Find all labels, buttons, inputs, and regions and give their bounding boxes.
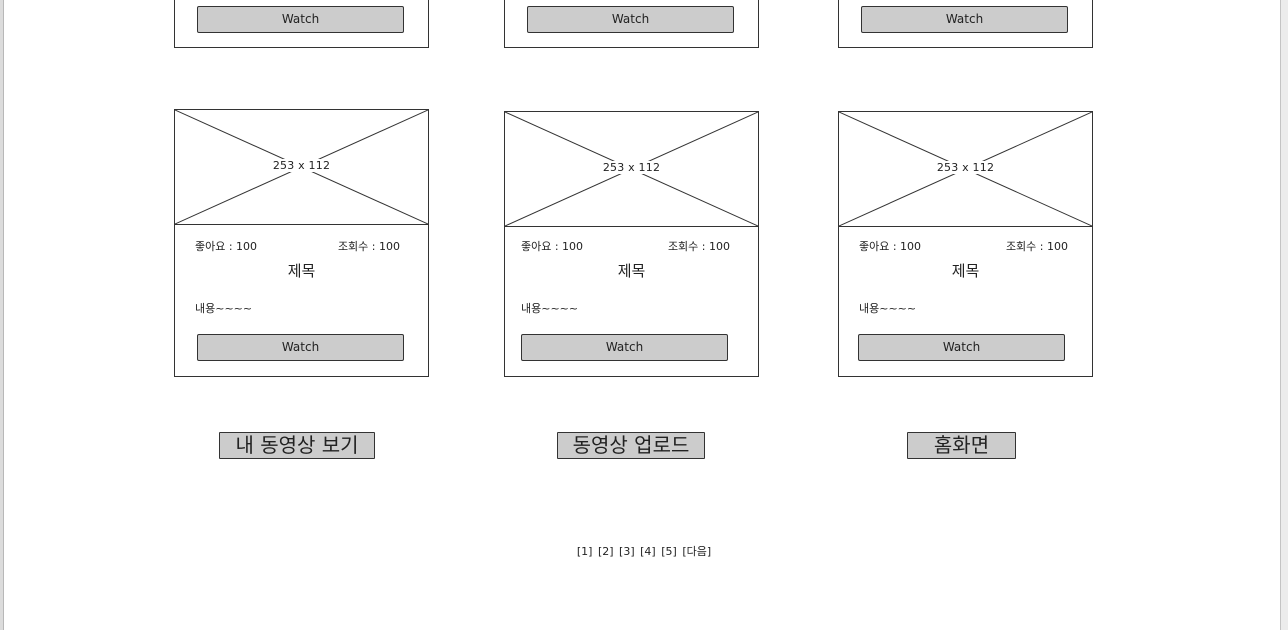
likes-count: 좋아요 : 100 [195, 240, 258, 253]
my-videos-button[interactable]: 내 동영상 보기 [219, 432, 375, 459]
pagination: [1] [2] [3] [4] [5] [다음] [0, 543, 1288, 559]
window-right-scrollbar[interactable] [1280, 0, 1288, 630]
upload-video-button[interactable]: 동영상 업로드 [557, 432, 705, 459]
page-link-3[interactable]: [3] [619, 545, 635, 558]
video-card-partial: Watch [504, 0, 759, 48]
page-link-1[interactable]: [1] [577, 545, 593, 558]
thumbnail-size-label: 253 x 112 [935, 161, 996, 174]
video-card-partial: Watch [838, 0, 1093, 48]
video-title: 제목 [617, 262, 646, 280]
page-link-2[interactable]: [2] [598, 545, 614, 558]
page-link-4[interactable]: [4] [640, 545, 656, 558]
video-content: 내용~~~~ [195, 302, 253, 315]
video-thumbnail-placeholder: 253 x 112 [839, 112, 1092, 227]
video-title: 제목 [287, 262, 316, 280]
next-page-link[interactable]: [다음] [682, 545, 711, 558]
views-count: 조회수 : 100 [337, 240, 400, 253]
video-card: 253 x 112 좋아요 : 100 조회수 : 100 제목 내용~~~~ … [504, 111, 759, 377]
views-count: 조회수 : 100 [1005, 240, 1068, 253]
views-count: 조회수 : 100 [667, 240, 730, 253]
watch-button[interactable]: Watch [197, 334, 404, 361]
watch-button[interactable]: Watch [521, 334, 728, 361]
page-link-5[interactable]: [5] [661, 545, 677, 558]
video-content: 내용~~~~ [521, 302, 579, 315]
window-left-border [0, 0, 4, 630]
video-thumbnail-placeholder: 253 x 112 [175, 110, 428, 225]
thumbnail-size-label: 253 x 112 [601, 161, 662, 174]
video-card-partial: Watch [174, 0, 429, 48]
watch-button[interactable]: Watch [861, 6, 1068, 33]
video-card: 253 x 112 좋아요 : 100 조회수 : 100 제목 내용~~~~ … [174, 109, 429, 377]
video-thumbnail-placeholder: 253 x 112 [505, 112, 758, 227]
video-card: 253 x 112 좋아요 : 100 조회수 : 100 제목 내용~~~~ … [838, 111, 1093, 377]
watch-button[interactable]: Watch [197, 6, 404, 33]
likes-count: 좋아요 : 100 [521, 240, 584, 253]
video-content: 내용~~~~ [859, 302, 917, 315]
video-title: 제목 [951, 262, 980, 280]
thumbnail-size-label: 253 x 112 [271, 159, 332, 172]
watch-button[interactable]: Watch [527, 6, 734, 33]
likes-count: 좋아요 : 100 [859, 240, 922, 253]
home-button[interactable]: 홈화면 [907, 432, 1016, 459]
watch-button[interactable]: Watch [858, 334, 1065, 361]
